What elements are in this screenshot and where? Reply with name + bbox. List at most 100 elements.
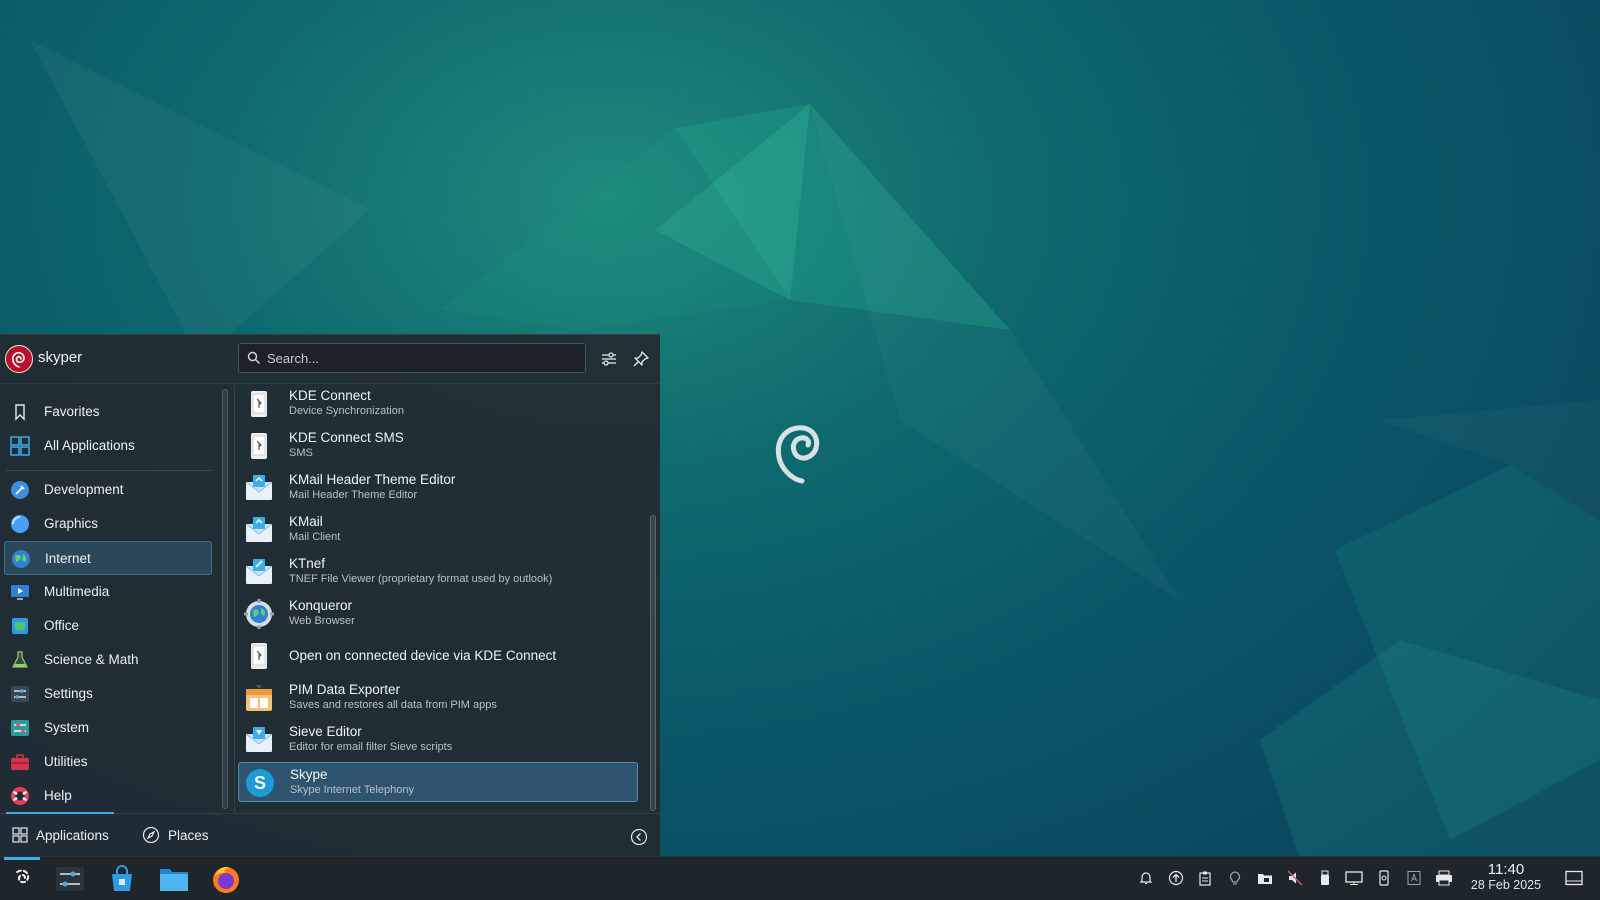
app-open-on-connected-device[interactable]: Open on connected device via KDE Connect [238, 636, 638, 676]
clipboard-button[interactable] [1195, 868, 1215, 888]
pin-icon [633, 351, 649, 367]
category-all-applications[interactable]: All Applications [4, 429, 212, 463]
app-name: Konqueror [289, 598, 353, 613]
app-list-scrollbar[interactable] [650, 515, 656, 811]
usb-device-icon [1321, 870, 1329, 885]
category-help[interactable]: Help [4, 779, 212, 807]
kdeconnect-tray-button[interactable] [1374, 868, 1394, 888]
updates-icon [1168, 870, 1184, 886]
debian-logo [775, 425, 820, 484]
category-label: Graphics [44, 516, 99, 531]
category-label: Development [44, 482, 124, 497]
notifications-button[interactable] [1136, 868, 1156, 888]
category-label: Multimedia [44, 584, 110, 599]
graphics-icon [11, 515, 29, 533]
app-pim-data-exporter[interactable]: PIM Data Exporter Saves and restores all… [238, 678, 638, 718]
system-settings-button[interactable] [52, 862, 88, 896]
firefox-button[interactable] [208, 862, 244, 896]
grid-icon [12, 827, 28, 843]
discover-button[interactable] [104, 862, 140, 896]
search-box[interactable] [238, 343, 586, 373]
usb-device-button[interactable] [1315, 868, 1335, 888]
application-launcher-button[interactable] [4, 862, 40, 896]
svg-text:S: S [254, 773, 266, 793]
app-kmail[interactable]: KMail Mail Client [238, 510, 638, 550]
printer-button[interactable] [1434, 868, 1454, 888]
app-description: Mail Header Theme Editor [289, 489, 418, 501]
tab-applications[interactable]: Applications [12, 820, 109, 850]
display-button[interactable] [1344, 868, 1364, 888]
updates-button[interactable] [1166, 868, 1186, 888]
pim-exporter-icon [246, 685, 272, 711]
pin-button[interactable] [628, 346, 654, 372]
launcher-active-indicator [4, 857, 40, 860]
science-icon [12, 651, 28, 668]
app-kde-connect[interactable]: KDE Connect Device Synchronization [238, 384, 638, 424]
vault-button[interactable] [1255, 868, 1275, 888]
show-desktop-button[interactable] [1564, 868, 1584, 888]
category-system[interactable]: System [4, 711, 212, 745]
taskbar: 11:40 28 Feb 2025 [0, 856, 1600, 900]
app-description: Mail Client [289, 531, 341, 543]
category-development[interactable]: Development [4, 473, 212, 507]
keyboard-layout-icon [1407, 871, 1421, 885]
app-name: Sieve Editor [289, 724, 362, 739]
active-tab-indicator [6, 812, 114, 814]
app-description: Editor for email filter Sieve scripts [289, 741, 453, 753]
category-label: All Applications [44, 438, 135, 453]
night-light-button[interactable] [1225, 868, 1245, 888]
printer-icon [1436, 870, 1452, 886]
keyboard-layout-button[interactable] [1404, 868, 1424, 888]
category-settings[interactable]: Settings [4, 677, 212, 711]
category-science-math[interactable]: Science & Math [4, 643, 212, 677]
category-label: Office [44, 618, 80, 633]
launcher-header: skyper [0, 335, 660, 383]
category-multimedia[interactable]: Multimedia [4, 575, 212, 609]
digital-clock[interactable]: 11:40 28 Feb 2025 [1468, 861, 1544, 893]
kdeconnect-icon [251, 433, 267, 459]
volume-muted-icon [1287, 870, 1303, 886]
system-icon [11, 720, 29, 736]
skype-icon: S [246, 769, 274, 797]
category-utilities[interactable]: Utilities [4, 745, 212, 779]
grid-icon [10, 436, 30, 456]
vault-icon [1258, 874, 1272, 884]
app-description: SMS [289, 447, 313, 459]
app-konqueror[interactable]: Konqueror Web Browser [238, 594, 638, 634]
category-internet[interactable]: Internet [4, 541, 212, 575]
app-skype[interactable]: S Skype Skype Internet Telephony [238, 762, 638, 802]
app-name: Skype [290, 767, 328, 782]
user-avatar[interactable] [5, 345, 33, 373]
category-label: Settings [44, 686, 93, 701]
app-description: Skype Internet Telephony [290, 784, 414, 796]
app-sieve-editor[interactable]: Sieve Editor Editor for email filter Sie… [238, 720, 638, 760]
firefox-icon [213, 866, 239, 893]
file-manager-button[interactable] [156, 862, 192, 896]
app-kde-connect-sms[interactable]: KDE Connect SMS SMS [238, 426, 638, 466]
volume-button[interactable] [1285, 868, 1305, 888]
category-label: Science & Math [44, 652, 139, 667]
globe-icon [12, 550, 30, 568]
konqueror-icon [244, 599, 274, 629]
category-scrollbar[interactable] [222, 389, 228, 809]
category-office[interactable]: Office [4, 609, 212, 643]
development-icon [11, 481, 29, 499]
app-ktnef[interactable]: KTnef TNEF File Viewer (proprietary form… [238, 552, 638, 592]
tab-places[interactable]: Places [142, 820, 209, 850]
app-name: PIM Data Exporter [289, 682, 401, 697]
column-divider [234, 385, 235, 813]
user-name: skyper [38, 349, 83, 366]
app-kmail-header-theme-editor[interactable]: KMail Header Theme Editor Mail Header Th… [238, 468, 638, 508]
search-input[interactable] [267, 348, 577, 368]
night-light-icon [1229, 871, 1241, 885]
kdeconnect-icon [251, 643, 267, 669]
debian-avatar-icon [11, 351, 25, 368]
application-list: KDE Connect Device Synchronization KDE C… [238, 384, 640, 816]
category-label: System [44, 720, 90, 735]
category-graphics[interactable]: Graphics [4, 507, 212, 541]
category-favorites[interactable]: Favorites [4, 395, 212, 429]
utilities-icon [11, 754, 29, 770]
configure-button[interactable] [596, 346, 622, 372]
compass-icon [142, 826, 160, 844]
collapse-arrow-icon[interactable] [630, 828, 648, 846]
